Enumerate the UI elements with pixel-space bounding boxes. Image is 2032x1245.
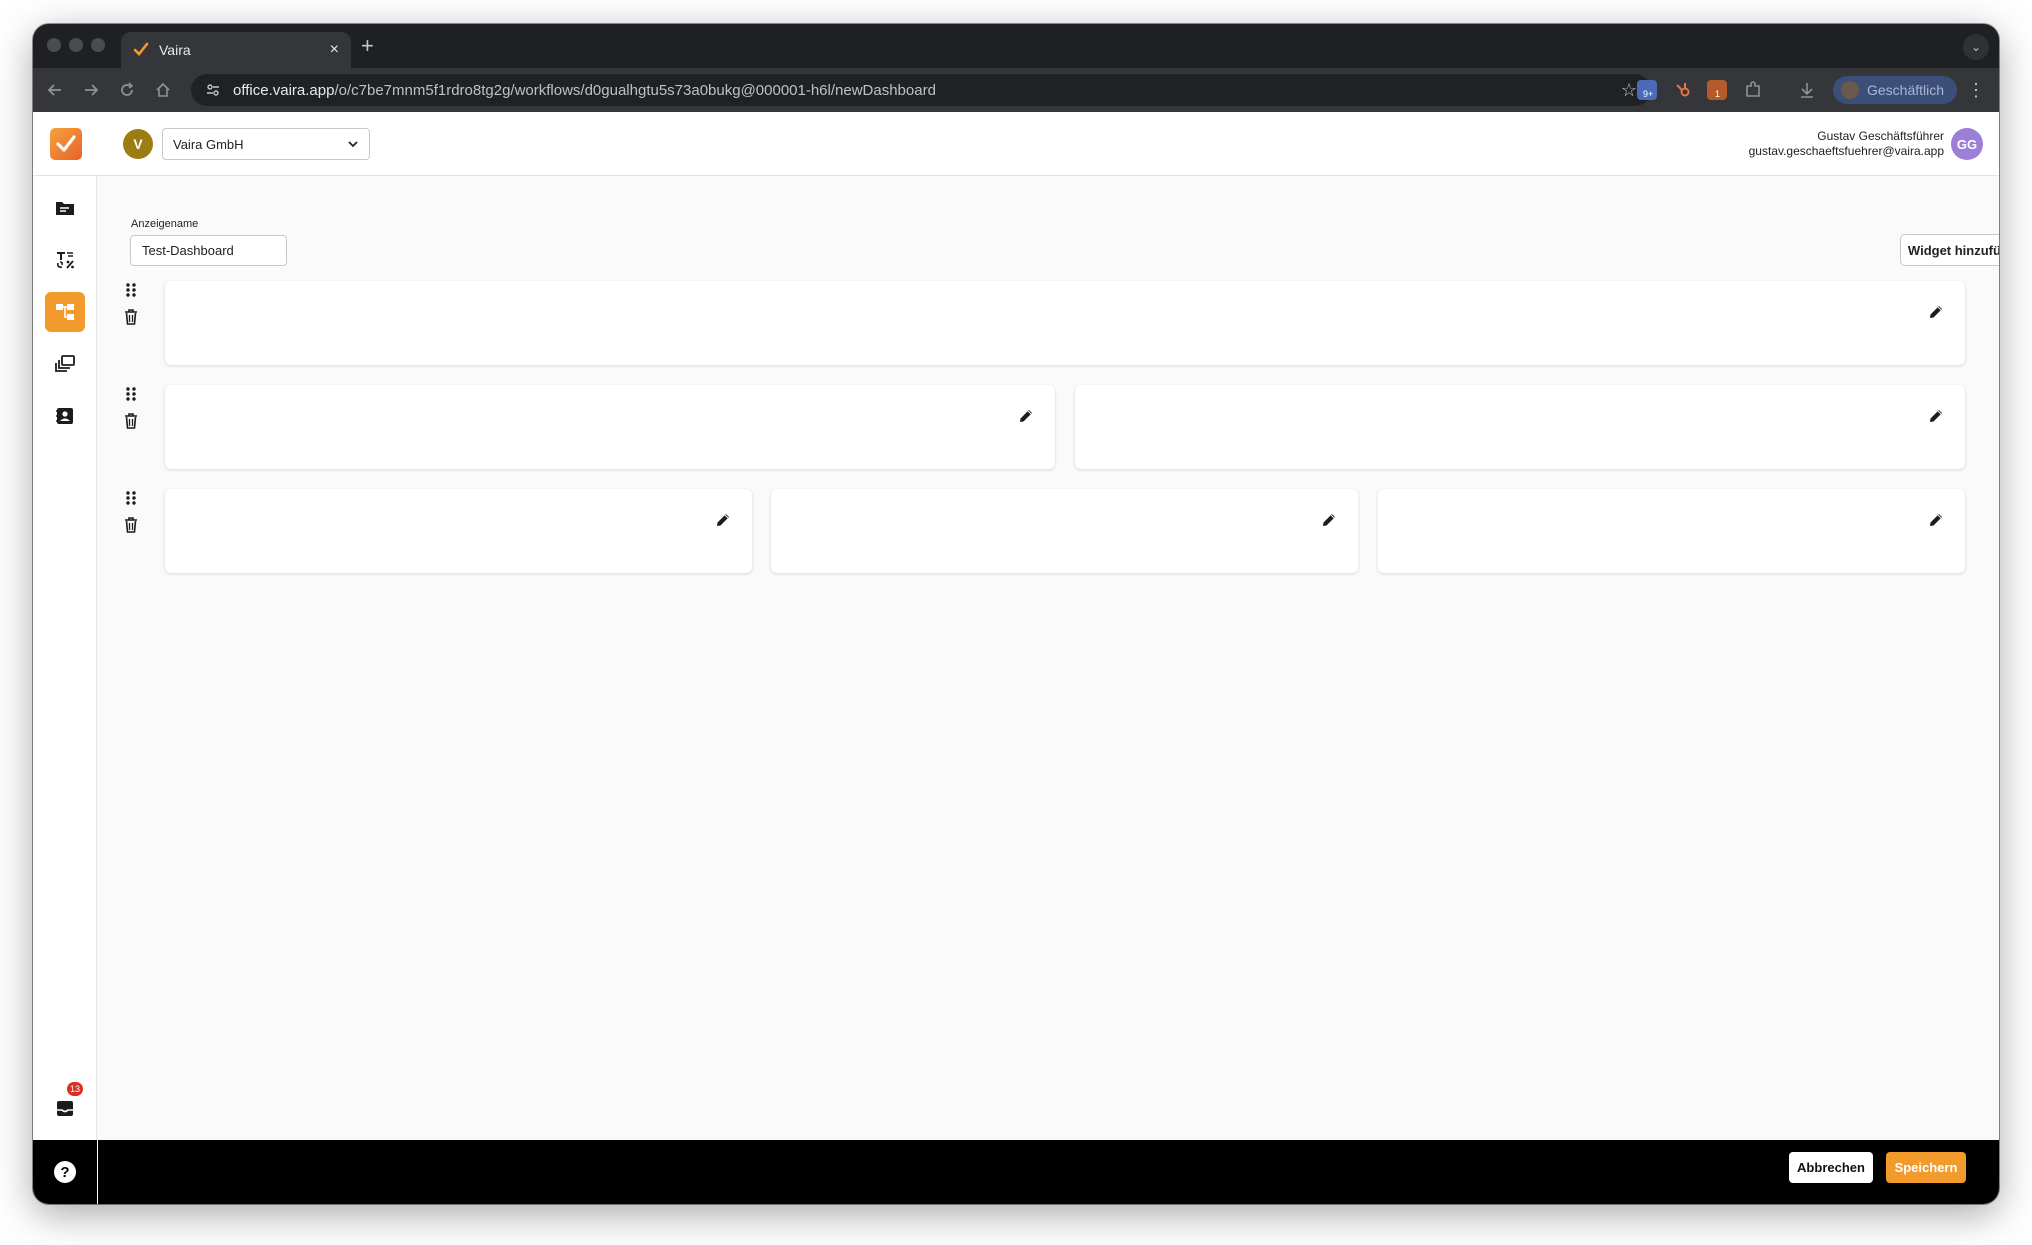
extension-notes-icon[interactable]: 1: [1707, 80, 1727, 100]
app-header: V Vaira GmbH Gustav Geschäftsführer gust…: [33, 112, 1999, 176]
drag-handle-icon[interactable]: [122, 489, 140, 507]
reload-icon[interactable]: [115, 78, 139, 102]
address-bar[interactable]: office.vaira.app/o/c7be7mnm5f1rdro8tg2g/…: [191, 74, 1651, 106]
tab-close-icon[interactable]: ×: [330, 42, 339, 58]
vaira-logo[interactable]: [50, 128, 82, 160]
extensions-puzzle-icon[interactable]: [1743, 80, 1763, 100]
add-widget-button[interactable]: Widget hinzufügen: [1900, 234, 1999, 266]
window-zoom-button[interactable]: [91, 38, 105, 52]
row-3-tools: [122, 489, 140, 534]
vaira-favicon-icon: [133, 42, 149, 56]
inbox-icon: [57, 1101, 73, 1116]
display-name-input[interactable]: [130, 235, 287, 266]
extension-calendar-icon[interactable]: 9+: [1637, 80, 1657, 100]
action-footer: Abbrechen Speichern: [98, 1140, 1999, 1204]
user-name: Gustav Geschäftsführer: [1817, 129, 1944, 143]
org-select[interactable]: Vaira GmbH: [162, 128, 370, 160]
delete-row-icon[interactable]: [122, 516, 140, 534]
edit-widget-icon[interactable]: [1927, 303, 1945, 321]
tab-strip: Vaira × + ⌄: [33, 24, 1999, 68]
widget-slot[interactable]: [1378, 489, 1965, 573]
dashboard-editor: Anzeigename Widget hinzufügen: [98, 176, 1999, 1140]
site-info-icon[interactable]: [205, 82, 221, 98]
widget-slot[interactable]: [1075, 385, 1965, 469]
row-2-tools: [122, 385, 140, 430]
profile-button[interactable]: Geschäftlich: [1833, 76, 1957, 104]
cancel-button[interactable]: Abbrechen: [1789, 1152, 1873, 1183]
extension-hubspot-icon[interactable]: [1673, 80, 1693, 100]
drag-handle-icon[interactable]: [122, 281, 140, 299]
sidebar-item-workflows[interactable]: [45, 292, 85, 332]
widget-slot[interactable]: [165, 489, 752, 573]
profile-name: Geschäftlich: [1867, 82, 1945, 98]
window-minimize-button[interactable]: [69, 38, 83, 52]
chevron-down-icon: [348, 141, 358, 148]
inbox-badge: 13: [67, 1082, 83, 1096]
browser-tab[interactable]: Vaira ×: [121, 32, 351, 68]
url-path: /o/c7be7mnm5f1rdro8tg2g/workflows/d0gual…: [334, 81, 936, 99]
browser-window: Vaira × + ⌄ office.vaira.app/o/c7be7mnm5…: [33, 24, 1999, 1204]
edit-widget-icon[interactable]: [714, 511, 732, 529]
edit-widget-icon[interactable]: [1927, 511, 1945, 529]
forward-icon[interactable]: [79, 78, 103, 102]
display-name-label: Anzeigename: [131, 218, 199, 230]
drag-handle-icon[interactable]: [122, 385, 140, 403]
vaira-app: V Vaira GmbH Gustav Geschäftsführer gust…: [33, 112, 1999, 1204]
workflows-icon: [56, 304, 74, 320]
save-button[interactable]: Speichern: [1886, 1152, 1966, 1183]
user-email: gustav.geschaeftsfuehrer@vaira.app: [1748, 144, 1944, 158]
delete-row-icon[interactable]: [122, 308, 140, 326]
widget-slot[interactable]: [771, 489, 1358, 573]
tax-rules-icon: [57, 252, 74, 269]
extension-badge: 1: [1715, 89, 1721, 99]
edit-widget-icon[interactable]: [1320, 511, 1338, 529]
home-icon[interactable]: [151, 78, 175, 102]
sidebar-item-library[interactable]: [45, 344, 85, 384]
help-icon[interactable]: ?: [54, 1161, 76, 1183]
widget-slot[interactable]: [165, 281, 1965, 365]
profile-avatar: [1841, 81, 1859, 99]
browser-menu-icon[interactable]: ⋮: [1967, 80, 1985, 101]
sidebar-item-tax-rules[interactable]: [45, 240, 85, 280]
url-text: office.vaira.app/o/c7be7mnm5f1rdro8tg2g/…: [233, 82, 1609, 99]
new-tab-button[interactable]: +: [361, 34, 374, 58]
user-info: Gustav Geschäftsführer gustav.geschaefts…: [1749, 129, 1944, 159]
checkmark-logo-icon: [56, 135, 76, 152]
extension-badge: 9+: [1643, 89, 1654, 99]
back-icon[interactable]: [43, 78, 67, 102]
tab-title: Vaira: [159, 42, 191, 58]
sidebar: 13 ?: [33, 176, 97, 1204]
org-avatar: V: [123, 129, 153, 159]
edit-widget-icon[interactable]: [1017, 407, 1035, 425]
contacts-icon: [56, 408, 73, 424]
sidebar-item-contacts[interactable]: [45, 396, 85, 436]
url-host: office.vaira.app: [233, 81, 335, 99]
edit-widget-icon[interactable]: [1927, 407, 1945, 425]
row-1-tools: [122, 281, 140, 326]
window-close-button[interactable]: [47, 38, 61, 52]
tab-search-button[interactable]: ⌄: [1963, 34, 1989, 60]
documents-icon: [56, 202, 74, 215]
org-select-value: Vaira GmbH: [173, 136, 244, 152]
delete-row-icon[interactable]: [122, 412, 140, 430]
library-icon: [55, 355, 75, 372]
downloads-icon[interactable]: [1797, 80, 1817, 100]
user-avatar[interactable]: GG: [1951, 128, 1983, 160]
widget-slot[interactable]: [165, 385, 1055, 469]
help-area: ?: [33, 1140, 97, 1204]
sidebar-item-documents[interactable]: [45, 188, 85, 228]
browser-toolbar: office.vaira.app/o/c7be7mnm5f1rdro8tg2g/…: [33, 68, 1999, 112]
sidebar-item-inbox[interactable]: 13: [45, 1082, 85, 1128]
bookmark-star-icon[interactable]: ☆: [1621, 80, 1637, 101]
